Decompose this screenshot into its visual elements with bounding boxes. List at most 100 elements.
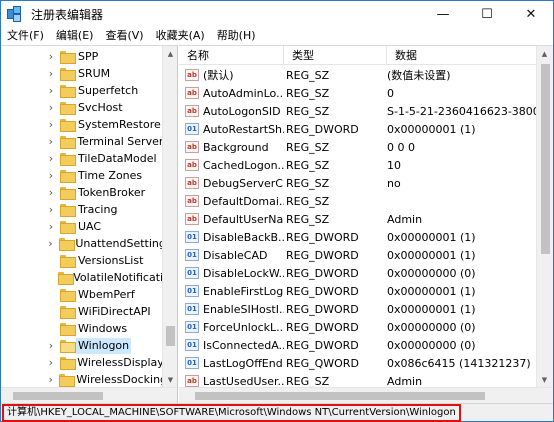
value-type: REG_DWORD: [286, 320, 359, 334]
column-header-name[interactable]: 名称: [179, 46, 284, 65]
tree-item-label: Time Zones: [78, 168, 143, 182]
folder-icon: [60, 221, 76, 234]
tree-item[interactable]: › TileDataModel: [1, 150, 163, 167]
chevron-right-icon[interactable]: ›: [46, 237, 55, 250]
table-row[interactable]: 01 DisableCAD REG_DWORD 0x00000001 (1): [179, 246, 553, 264]
menu-file[interactable]: 文件(F): [1, 27, 50, 45]
registry-path[interactable]: 计算机\HKEY_LOCAL_MACHINE\SOFTWARE\Microsof…: [2, 404, 461, 422]
chevron-right-icon[interactable]: ›: [46, 118, 56, 131]
chevron-right-icon[interactable]: ›: [46, 356, 56, 369]
chevron-right-icon[interactable]: ›: [46, 101, 56, 114]
table-row[interactable]: 01 EnableFirstLog...REG_DWORD 0x00000001 (…: [179, 282, 553, 300]
minimize-button[interactable]: —: [421, 1, 465, 27]
table-row[interactable]: ab CachedLogon... REG_SZ 10: [179, 156, 553, 174]
value-data: 0x00000001 (1): [387, 284, 476, 298]
menu-help[interactable]: 帮助(H): [211, 27, 262, 45]
key-tree-pane[interactable]: › SPP › SRUM › Superfetch › SvcHost › SystemResto…: [1, 45, 178, 403]
tree-item[interactable]: VolatileNotifications: [1, 269, 163, 286]
scroll-down-icon[interactable]: ▼: [163, 372, 177, 387]
status-bar: 计算机\HKEY_LOCAL_MACHINE\SOFTWARE\Microsof…: [1, 403, 553, 422]
tree-item[interactable]: › WirelessDocking: [1, 371, 163, 388]
chevron-right-icon[interactable]: ›: [46, 373, 55, 386]
chevron-right-icon[interactable]: ›: [46, 67, 56, 80]
chevron-right-icon[interactable]: ›: [46, 135, 56, 148]
chevron-right-icon[interactable]: ›: [46, 186, 56, 199]
table-row[interactable]: ab AutoLogonSID REG_SZ S-1-5-21-2360416623-…: [179, 102, 553, 120]
window-controls: — ☐ ✕: [421, 1, 553, 27]
menu-view[interactable]: 查看(V): [99, 27, 149, 45]
table-row[interactable]: ab DefaultDomai... REG_SZ: [179, 192, 553, 210]
scroll-up-icon[interactable]: ▲: [163, 46, 177, 61]
tree-item[interactable]: › TokenBroker: [1, 184, 163, 201]
close-button[interactable]: ✕: [509, 1, 553, 27]
table-row[interactable]: 01 IsConnectedA... REG_DWORD 0x00000000 (0): [179, 336, 553, 354]
tree-scroll-thumb[interactable]: [166, 326, 175, 346]
tree-item[interactable]: › Time Zones: [1, 167, 163, 184]
chevron-right-icon[interactable]: ›: [46, 152, 56, 165]
values-list-pane[interactable]: 名称 类型 数据 ab (默认) REG_SZ (数值未设置) ab AutoAdminL…: [179, 45, 553, 403]
table-row[interactable]: ab Background REG_SZ 0 0 0: [179, 138, 553, 156]
table-row[interactable]: 01 LastLogOffEnd...REG_QWORD 0x086c6415 (1…: [179, 354, 553, 372]
tree-item-label: SPP: [78, 49, 99, 63]
tree-horizontal-scrollbar[interactable]: [1, 387, 177, 403]
scroll-down-icon[interactable]: ▼: [537, 372, 552, 387]
tree-item[interactable]: VersionsList: [1, 252, 163, 269]
chevron-right-icon[interactable]: ›: [46, 169, 56, 182]
binary-value-icon: 01: [185, 357, 199, 369]
tree-item[interactable]: › UAC: [1, 218, 163, 235]
binary-value-icon: 01: [185, 249, 199, 261]
chevron-right-icon[interactable]: ›: [46, 220, 56, 233]
tree-item[interactable]: WiFiDirectAPI: [1, 303, 163, 320]
table-row[interactable]: 01 DisableBackB... REG_DWORD 0x00000001 (1): [179, 228, 553, 246]
table-row[interactable]: ab (默认) REG_SZ (数值未设置): [179, 66, 553, 84]
value-data: (数值未设置): [387, 69, 451, 82]
tree-item[interactable]: › SystemRestore: [1, 116, 163, 133]
tree-item-label: UnattendSettings: [75, 236, 163, 250]
column-header-type[interactable]: 类型: [284, 46, 387, 65]
value-name-cell: 01 AutoRestartSh...: [179, 123, 284, 136]
column-header-data[interactable]: 数据: [387, 46, 553, 65]
chevron-right-icon[interactable]: ›: [46, 339, 56, 352]
tree-item[interactable]: › SRUM: [1, 65, 163, 82]
value-name-cell: 01 LastLogOffEnd...: [179, 357, 284, 370]
folder-icon: [60, 187, 76, 200]
list-horizontal-scrollbar[interactable]: [179, 387, 553, 403]
chevron-right-icon[interactable]: ›: [46, 84, 56, 97]
tree-item-label: VolatileNotifications: [73, 270, 163, 284]
value-type: REG_QWORD: [286, 356, 359, 370]
tree-item[interactable]: WbemPerf: [1, 286, 163, 303]
tree-item[interactable]: › UnattendSettings: [1, 235, 163, 252]
tree-hscroll-thumb[interactable]: [13, 391, 103, 400]
tree-item[interactable]: › Winlogon: [1, 337, 163, 354]
table-row[interactable]: 01 AutoRestartSh... REG_DWORD 0x00000001 (1…: [179, 120, 553, 138]
value-name: DebugServerC...: [203, 176, 284, 190]
value-type: REG_SZ: [286, 158, 330, 172]
table-row[interactable]: 01 DisableLockW... REG_DWORD 0x00000000 (0): [179, 264, 553, 282]
tree-item[interactable]: › SPP: [1, 48, 163, 65]
list-scroll-thumb[interactable]: [541, 64, 550, 254]
menu-edit[interactable]: 编辑(E): [50, 27, 100, 45]
maximize-button[interactable]: ☐: [465, 1, 509, 27]
tree-item[interactable]: › Terminal Server: [1, 133, 163, 150]
table-row[interactable]: ab AutoAdminLo... REG_SZ 0: [179, 84, 553, 102]
list-hscroll-thumb[interactable]: [195, 391, 485, 400]
table-row[interactable]: 01 ForceUnlockL... REG_DWORD 0x00000000 (0): [179, 318, 553, 336]
tree-item[interactable]: Windows: [1, 320, 163, 337]
chevron-right-icon[interactable]: ›: [46, 50, 56, 63]
tree-vertical-scrollbar[interactable]: ▲ ▼: [162, 46, 177, 387]
value-name: DefaultDomai...: [203, 194, 284, 208]
tree-item[interactable]: › WirelessDisplay: [1, 354, 163, 371]
tree-item[interactable]: › SvcHost: [1, 99, 163, 116]
value-name: EnableFirstLog...: [203, 284, 284, 298]
table-row[interactable]: ab DefaultUserNa...REG_SZ Admin: [179, 210, 553, 228]
list-vertical-scrollbar[interactable]: ▲ ▼: [536, 46, 553, 387]
table-row[interactable]: 01 EnableSIHostI... REG_DWORD 0x00000001 (1…: [179, 300, 553, 318]
string-value-icon: ab: [185, 195, 199, 207]
tree-item-label: Superfetch: [78, 83, 139, 97]
tree-item[interactable]: › Superfetch: [1, 82, 163, 99]
table-row[interactable]: ab DebugServerC...REG_SZ no: [179, 174, 553, 192]
menu-favorites[interactable]: 收藏夹(A): [150, 27, 211, 45]
chevron-right-icon[interactable]: ›: [46, 203, 56, 216]
tree-item[interactable]: › Tracing: [1, 201, 163, 218]
scroll-up-icon[interactable]: ▲: [537, 46, 552, 61]
